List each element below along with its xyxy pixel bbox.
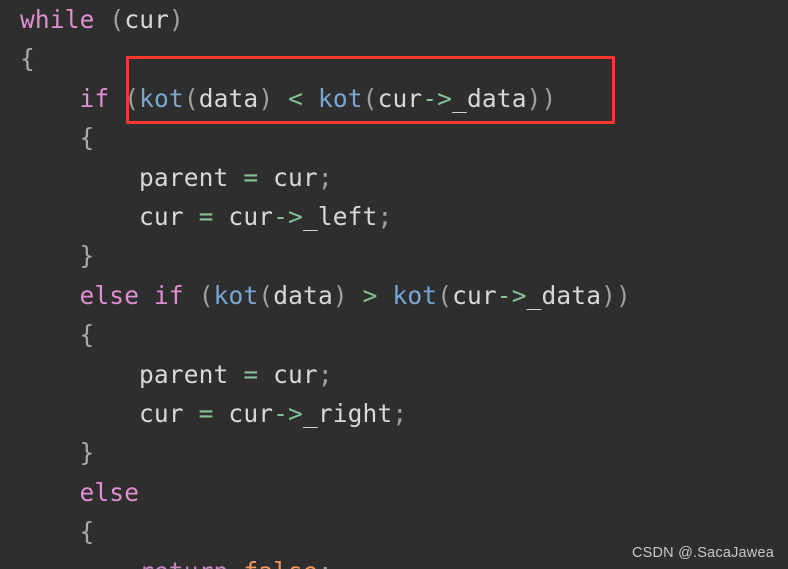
code-token-operator: =	[198, 202, 214, 231]
code-token-keyword: else	[79, 477, 140, 507]
code-line[interactable]: }	[0, 236, 788, 275]
code-token-return-keyword: return	[139, 557, 228, 569]
code-token-keyword: if	[154, 280, 184, 310]
code-token-operator: ->	[273, 202, 303, 231]
code-token-variable: _data	[526, 280, 602, 310]
code-token-punctuation: ;	[377, 202, 393, 231]
code-token-variable: cur	[273, 162, 318, 192]
code-token-punctuation: (	[258, 280, 274, 310]
code-token-punctuation: )	[616, 280, 631, 310]
code-token-keyword: while	[20, 5, 95, 34]
code-line[interactable]: {	[0, 315, 788, 354]
code-token-variable: parent	[139, 359, 229, 389]
code-token-punctuation: )	[601, 280, 617, 310]
code-token-variable: cur	[228, 202, 274, 231]
code-line[interactable]: {	[0, 39, 788, 78]
code-token-keyword: if	[79, 83, 110, 113]
code-line[interactable]: while (cur)	[0, 0, 788, 39]
code-token-function: kot	[139, 83, 184, 113]
code-editor-area[interactable]: while (cur){if (kot(data) < kot(cur->_da…	[0, 0, 788, 569]
code-token-variable: cur	[139, 202, 184, 231]
code-token-variable: cur	[452, 280, 497, 310]
code-token-function: kot	[213, 280, 259, 310]
code-token-punctuation: )	[258, 83, 274, 113]
code-line[interactable]: parent = cur;	[0, 355, 788, 394]
code-line[interactable]: parent = cur;	[0, 158, 788, 197]
code-token-brace: {	[79, 517, 95, 547]
code-token-variable: cur	[228, 399, 274, 428]
code-token-operator: =	[198, 399, 214, 428]
code-token-function: kot	[392, 280, 438, 310]
code-token-punctuation: )	[541, 83, 557, 113]
code-token-variable: _left	[302, 202, 378, 231]
code-token-brace: {	[20, 44, 35, 74]
code-token-variable: _data	[452, 83, 527, 113]
code-token-operator: ->	[422, 83, 453, 113]
code-token-punctuation: ;	[317, 359, 333, 389]
watermark-text: CSDN @.SacaJawea	[631, 545, 774, 561]
code-token-punctuation: )	[526, 83, 542, 113]
code-token-punctuation: ;	[392, 399, 408, 428]
code-line[interactable]: cur = cur->_left;	[0, 197, 788, 236]
code-token-brace: }	[79, 241, 95, 271]
code-screenshot: while (cur){if (kot(data) < kot(cur->_da…	[0, 0, 788, 569]
code-token-variable: _right	[302, 399, 393, 428]
code-token-variable: parent	[139, 162, 229, 192]
code-token-brace: {	[79, 123, 95, 153]
code-token-punctuation: (	[437, 280, 453, 310]
code-token-operator: >	[362, 280, 378, 310]
code-token-keyword: else	[79, 280, 140, 310]
code-token-punctuation: (	[362, 83, 378, 113]
code-token-punctuation: (	[183, 83, 199, 113]
code-line[interactable]: else if (kot(data) > kot(cur->_data))	[0, 276, 788, 315]
code-token-variable: cur	[273, 359, 318, 389]
code-token-variable: data	[273, 280, 333, 310]
code-token-operator: =	[243, 359, 259, 389]
code-line[interactable]: if (kot(data) < kot(cur->_data))	[0, 79, 788, 118]
code-line[interactable]: cur = cur->_right;	[0, 394, 788, 433]
code-token-punctuation: (	[198, 280, 214, 310]
code-line[interactable]: }	[0, 433, 788, 472]
code-token-operator: =	[243, 162, 259, 192]
code-token-variable: cur	[124, 5, 170, 34]
code-token-punctuation: )	[169, 5, 184, 34]
code-token-punctuation: ;	[317, 162, 333, 192]
code-token-punctuation: )	[332, 280, 348, 310]
code-line[interactable]: else	[0, 473, 788, 512]
code-token-punctuation: (	[109, 5, 125, 34]
code-token-operator: ->	[496, 280, 527, 310]
code-token-function: kot	[317, 83, 363, 113]
code-token-variable: data	[198, 83, 259, 113]
code-token-operator: ->	[273, 399, 303, 428]
code-token-variable: cur	[377, 83, 423, 113]
code-token-punctuation: (	[124, 83, 140, 113]
code-token-brace: {	[79, 320, 95, 350]
code-token-punctuation: ;	[318, 557, 333, 569]
code-token-variable: cur	[139, 399, 184, 428]
code-token-boolean: false	[243, 557, 318, 569]
code-line[interactable]: {	[0, 118, 788, 157]
code-token-brace: }	[79, 438, 95, 468]
code-token-operator: <	[288, 83, 304, 113]
